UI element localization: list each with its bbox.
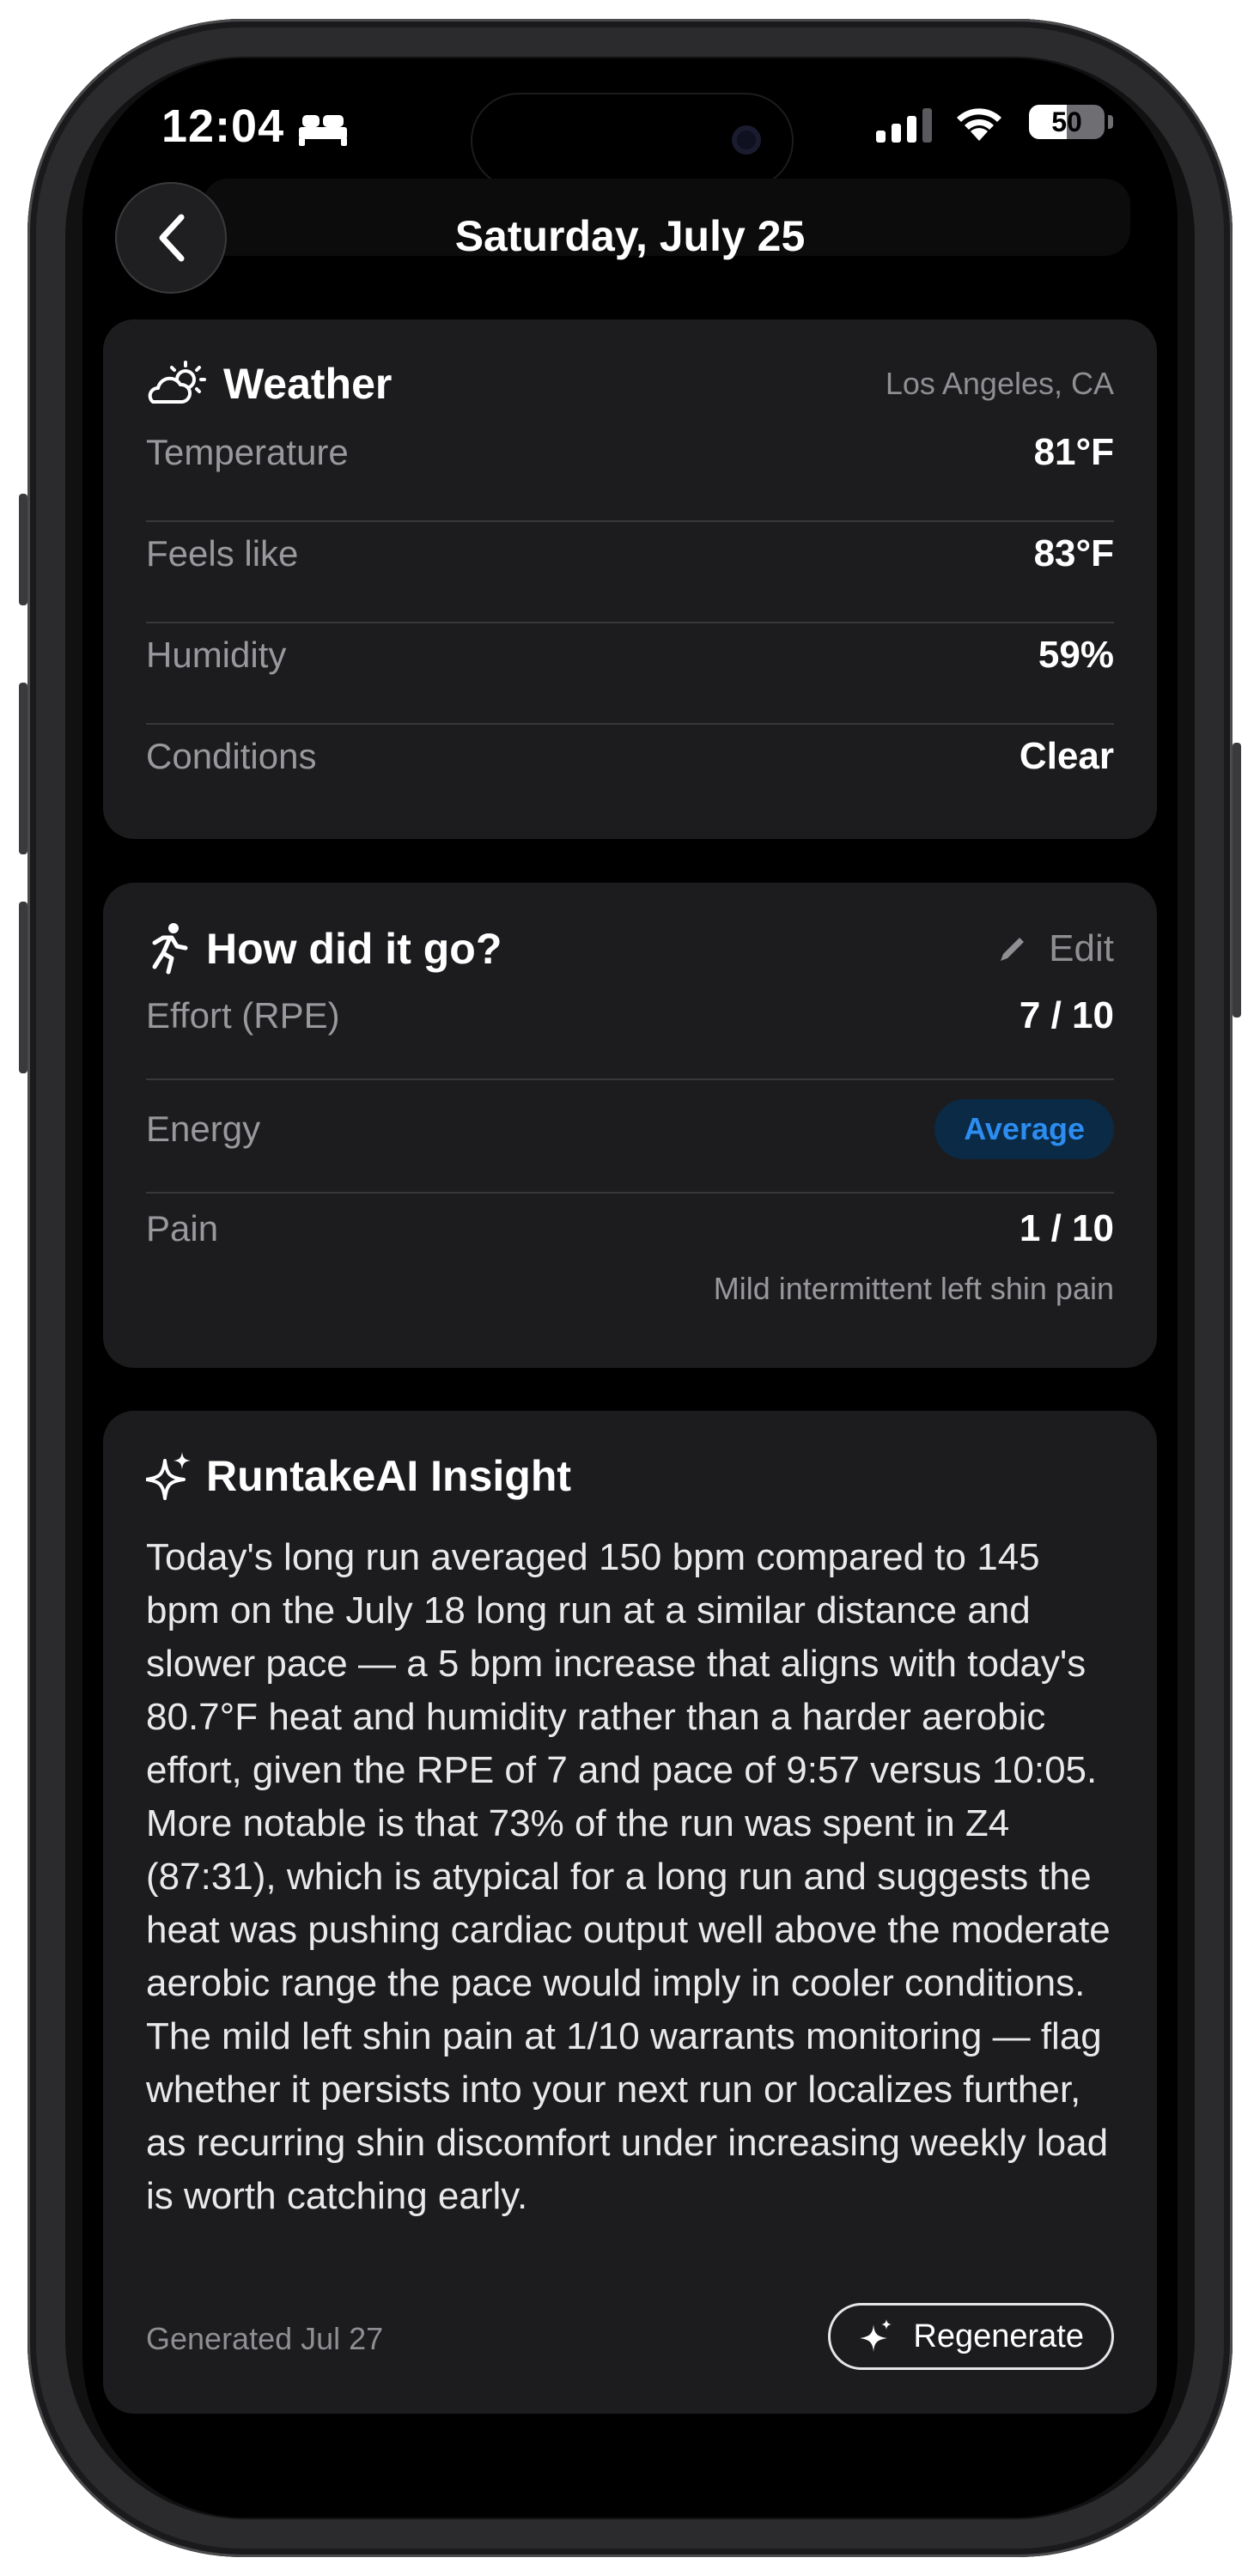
camera-lens (732, 125, 761, 155)
row-divider (146, 1192, 1114, 1194)
partly-sunny-icon (148, 361, 206, 404)
feedback-row-energy: Energy Average (146, 1099, 1114, 1159)
weather-row-temperature: Temperature 81°F (146, 431, 1114, 474)
weather-row-label: Humidity (146, 635, 287, 675)
generated-date: Generated Jul 27 (146, 2321, 384, 2356)
weather-location: Los Angeles, CA (885, 366, 1114, 401)
action-button (19, 494, 27, 605)
battery-indicator: 50 (1029, 105, 1105, 139)
page-title: Saturday, July 25 (454, 212, 806, 260)
effort-value: 7 / 10 (1019, 994, 1114, 1036)
insight-title: RuntakeAI Insight (206, 1452, 572, 1500)
weather-row-value: 83°F (1033, 532, 1114, 574)
ai-insight-card: RuntakeAI Insight Today's long run avera… (103, 1411, 1157, 2414)
regenerate-button[interactable]: Regenerate (828, 2303, 1114, 2370)
weather-card-header: Weather Los Angeles, CA (146, 359, 1114, 409)
pain-note: Mild intermittent left shin pain (713, 1271, 1114, 1306)
power-button (1233, 743, 1241, 1018)
weather-row-label: Conditions (146, 736, 317, 776)
row-divider (146, 723, 1114, 725)
weather-row-value: 59% (1038, 634, 1114, 676)
dynamic-island (471, 93, 794, 189)
edit-label: Edit (1049, 927, 1114, 969)
edit-feedback-button[interactable]: Edit (995, 927, 1114, 970)
sparkle-icon (860, 2319, 892, 2352)
row-divider (146, 622, 1114, 623)
wifi-icon (957, 108, 1001, 141)
volume-up-button (19, 683, 27, 854)
battery-percent: 50 (1051, 106, 1082, 137)
feedback-row-effort: Effort (RPE) 7 / 10 (146, 994, 1114, 1037)
insight-card-header: RuntakeAI Insight (146, 1450, 1114, 1502)
weather-row-value: 81°F (1033, 431, 1114, 473)
regenerate-label: Regenerate (913, 2318, 1084, 2354)
battery-tip (1108, 115, 1113, 129)
weather-card: Weather Los Angeles, CA Temperature 81°F… (103, 319, 1157, 839)
energy-label: Energy (146, 1109, 261, 1149)
pain-label: Pain (146, 1208, 219, 1249)
pain-value: 1 / 10 (1019, 1207, 1114, 1249)
weather-title: Weather (223, 360, 393, 408)
status-time: 12:04 (161, 100, 285, 152)
weather-row-label: Feels like (146, 533, 299, 574)
energy-badge: Average (934, 1099, 1114, 1159)
weather-row-conditions: Conditions Clear (146, 735, 1114, 778)
feedback-title: How did it go? (206, 925, 502, 973)
feedback-row-pain: Pain 1 / 10 (146, 1207, 1114, 1250)
weather-row-label: Temperature (146, 432, 349, 472)
running-figure-icon (152, 923, 188, 975)
sleep-focus-icon (299, 115, 347, 146)
feedback-card-header: How did it go? Edit (146, 922, 1114, 975)
insight-body-text: Today's long run averaged 150 bpm compar… (146, 1536, 1111, 2217)
weather-row-value: Clear (1019, 735, 1114, 777)
row-divider (146, 520, 1114, 522)
run-feedback-card: How did it go? Edit Effort (RPE) 7 / 10 … (103, 883, 1157, 1368)
effort-label: Effort (RPE) (146, 995, 340, 1036)
pencil-icon (1001, 938, 1025, 961)
sparkles-icon (146, 1452, 191, 1500)
cellular-signal-icon (876, 108, 932, 143)
volume-down-button (19, 902, 27, 1073)
row-divider (146, 1078, 1114, 1080)
weather-row-humidity: Humidity 59% (146, 634, 1114, 677)
app-screen: 12:04 50 Saturday, July 25 Weather Los A… (82, 58, 1178, 2518)
weather-row-feels-like: Feels like 83°F (146, 532, 1114, 575)
